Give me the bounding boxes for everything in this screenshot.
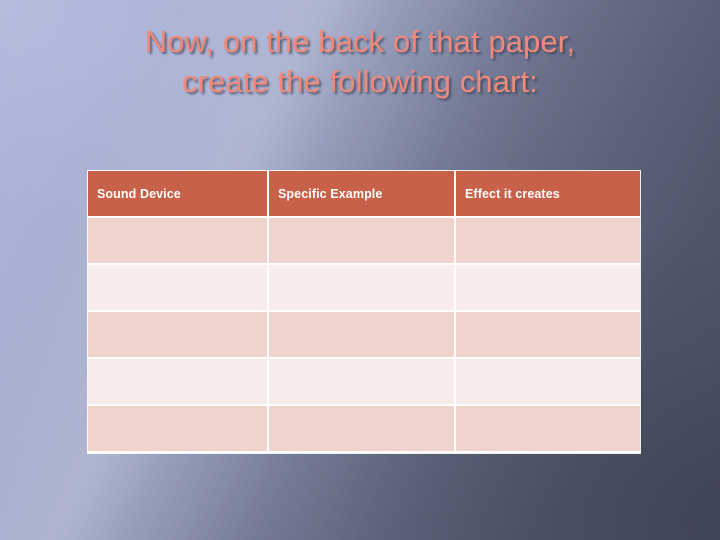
table-body [88,218,640,453]
table-header-row: Sound Device Specific Example Effect it … [88,171,640,218]
table-cell[interactable] [269,218,456,265]
table-row[interactable] [88,359,640,406]
table-cell[interactable] [88,265,269,312]
slide: Now, on the back of that paper, create t… [0,0,720,540]
table-row[interactable] [88,265,640,312]
column-header-specific-example: Specific Example [269,171,456,218]
table-cell[interactable] [88,312,269,359]
table-cell[interactable] [456,265,640,312]
column-header-sound-device: Sound Device [88,171,269,218]
table-row[interactable] [88,312,640,359]
table-cell[interactable] [88,218,269,265]
table-cell[interactable] [456,359,640,406]
table-cell[interactable] [269,406,456,453]
table-row[interactable] [88,406,640,453]
table-cell[interactable] [269,312,456,359]
table-cell[interactable] [456,218,640,265]
table-cell[interactable] [269,359,456,406]
column-header-effect-it-creates: Effect it creates [456,171,640,218]
table-row[interactable] [88,218,640,265]
slide-title: Now, on the back of that paper, create t… [144,24,576,99]
sound-device-chart-table: Sound Device Specific Example Effect it … [88,171,640,453]
table-cell[interactable] [456,406,640,453]
table-header: Sound Device Specific Example Effect it … [88,171,640,218]
table-cell[interactable] [269,265,456,312]
table-cell[interactable] [88,359,269,406]
table-cell[interactable] [88,406,269,453]
table-cell[interactable] [456,312,640,359]
